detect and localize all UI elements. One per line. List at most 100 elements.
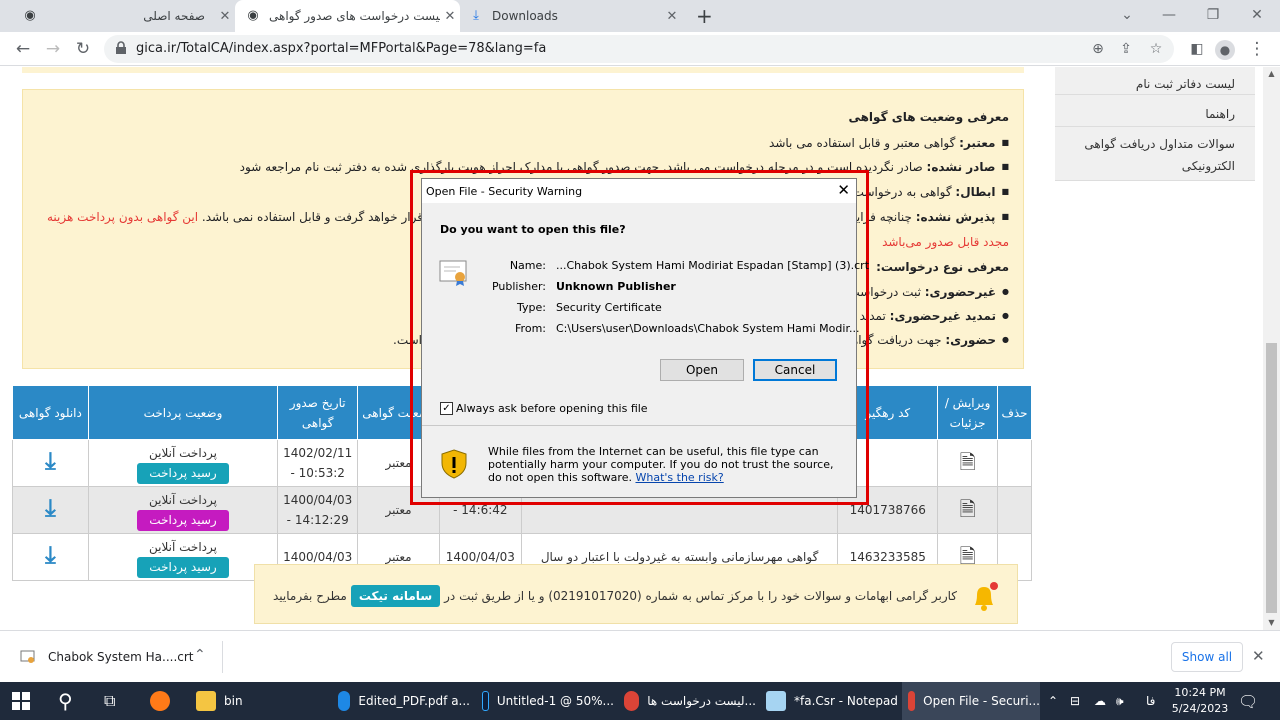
chevron-down-icon[interactable]: ⌄	[1104, 0, 1150, 32]
receipt-button[interactable]: رسید پرداخت	[137, 462, 229, 484]
always-ask-label: Always ask before opening this file	[456, 402, 648, 415]
notice-text: کاربر گرامی ابهامات و سوالات خود را با م…	[273, 585, 957, 607]
tab-title: لیست درخواست های صدور گواهی	[269, 9, 440, 23]
ticket-button[interactable]: سامانه تیکت	[350, 585, 441, 607]
certificate-file-icon	[20, 649, 36, 665]
chevron-up-icon[interactable]: ⌃	[194, 647, 206, 663]
scroll-down-icon[interactable]: ▼	[1263, 616, 1280, 630]
lock-icon	[116, 41, 126, 54]
info-box-top-edge	[22, 67, 1024, 73]
windows-start-icon[interactable]	[12, 682, 30, 720]
close-icon[interactable]: ✕	[837, 181, 850, 199]
address-bar[interactable]: gica.ir/TotalCA/index.aspx?portal=MFPort…	[104, 35, 1174, 63]
details-icon[interactable]: 🗎	[937, 486, 999, 534]
sidebar-item-guide[interactable]: راهنما	[1055, 95, 1255, 127]
back-icon[interactable]: ←	[10, 36, 36, 62]
notification-icon[interactable]: 🗨	[1238, 682, 1258, 720]
pay-cell: پرداخت آنلاین رسید پرداخت	[87, 439, 279, 487]
taskbar-app-security-dialog[interactable]: Open File - Securi...	[902, 682, 1040, 720]
warning-text: While files from the Internet can be use…	[488, 445, 834, 484]
close-icon[interactable]: ✕	[1252, 647, 1265, 665]
taskbar-app-edge[interactable]: Edited_PDF.pdf a...	[332, 682, 470, 720]
taskbar-app-label: لیست درخواست ها...	[647, 694, 756, 708]
new-tab-button[interactable]: +	[696, 4, 713, 28]
share-icon[interactable]: ⇪	[1116, 40, 1136, 60]
menu-kebab-icon[interactable]: ⋮	[1244, 36, 1270, 62]
sidebar-item-registration-offices[interactable]: لیست دفاتر ثبت نام	[1055, 67, 1255, 95]
bookmark-star-icon[interactable]: ☆	[1146, 40, 1166, 60]
windows-taskbar: ⚲ ⧉ bin Edited_PDF.pdf a... Untitled-1 @…	[0, 682, 1280, 720]
chevron-up-icon[interactable]: ⌃	[1048, 682, 1058, 720]
show-all-button[interactable]: Show all	[1171, 642, 1243, 672]
download-bar: Chabok System Ha....crt ⌃ Show all ✕	[0, 630, 1280, 682]
close-icon[interactable]: ✕	[440, 9, 460, 24]
scroll-up-icon[interactable]: ▲	[1263, 67, 1280, 81]
profile-avatar[interactable]: ●	[1212, 36, 1238, 62]
time-text: 14:12:29 -	[286, 513, 349, 527]
receipt-button[interactable]: رسید پرداخت	[137, 556, 229, 578]
tab-home[interactable]: ◉ صفحه اصلی ✕	[10, 0, 235, 32]
page-scrollbar[interactable]: ▲ ▼	[1263, 67, 1280, 630]
col-download: دانلود گواهی	[12, 385, 89, 440]
sidebar-item-faq[interactable]: سوالات متداول دریافت گواهی الکترونیکی	[1055, 127, 1255, 181]
reload-icon[interactable]: ↻	[70, 36, 96, 62]
time-text: 10:53:2 -	[290, 466, 345, 480]
pay-cell: پرداخت آنلاین رسید پرداخت	[87, 486, 279, 534]
publisher-label: Publisher:	[491, 280, 546, 293]
minimize-button[interactable]: —	[1146, 0, 1192, 32]
pay-cell: پرداخت آنلاین رسید پرداخت	[87, 533, 279, 581]
tab-request-list[interactable]: ◉ لیست درخواست های صدور گواهی ✕	[235, 0, 460, 32]
download-icon[interactable]: ⤓	[12, 486, 89, 534]
taskbar-app-photoshop[interactable]: Untitled-1 @ 50%...	[476, 682, 614, 720]
chrome-icon: ◉	[247, 8, 259, 23]
close-icon[interactable]: ✕	[215, 9, 235, 24]
type-value: Security Certificate	[556, 301, 662, 314]
cancel-button[interactable]: Cancel	[753, 359, 837, 381]
taskbar-app-notepad[interactable]: *fa.Csr - Notepad	[760, 682, 898, 720]
always-ask-row: ✓ Always ask before opening this file	[440, 402, 648, 415]
details-icon[interactable]: 🗎	[937, 439, 999, 487]
taskbar-app-label: Open File - Securi...	[923, 694, 1040, 708]
receipt-button[interactable]: رسید پرداخت	[137, 509, 229, 531]
zoom-icon[interactable]: ⊕	[1088, 40, 1108, 60]
always-ask-checkbox[interactable]: ✓	[440, 402, 453, 415]
network-icon[interactable]: ⊟	[1070, 682, 1080, 720]
date-text: 1400/04/03	[283, 493, 353, 507]
task-view-icon[interactable]: ⧉	[104, 682, 115, 720]
window-close-button[interactable]: ✕	[1234, 0, 1280, 32]
cloud-icon[interactable]: ☁	[1094, 682, 1106, 720]
volume-icon[interactable]: 🕪	[1116, 682, 1124, 720]
delete-cell	[997, 486, 1032, 534]
taskbar-app-label: bin	[224, 694, 243, 708]
dialog-separator	[422, 425, 856, 426]
type-heading: معرفی نوع درخواست:	[876, 260, 1009, 274]
notepad-icon	[766, 691, 786, 711]
tab-strip: ◉ صفحه اصلی ✕ ◉ لیست درخواست های صدور گو…	[0, 0, 1280, 32]
bell-icon	[967, 579, 1001, 613]
whats-the-risk-link[interactable]: What's the risk?	[635, 471, 723, 484]
restore-button[interactable]: ❐	[1190, 0, 1236, 32]
sidepanel-icon[interactable]: ◧	[1184, 36, 1210, 62]
firefox-icon[interactable]	[150, 682, 178, 720]
clock[interactable]: 10:24 PM 5/24/2023	[1170, 685, 1230, 717]
date-cell: 1402/02/11 10:53:2 -	[277, 439, 359, 487]
tab-downloads[interactable]: ⤓ Downloads ✕	[462, 0, 682, 32]
security-warning-dialog: Open File - Security Warning ✕ Do you wa…	[421, 178, 869, 498]
dialog-question: Do you want to open this file?	[440, 223, 626, 236]
forward-icon[interactable]: →	[40, 36, 66, 62]
dialog-title: Open File - Security Warning	[426, 185, 583, 198]
language-indicator[interactable]: فا	[1146, 682, 1155, 720]
search-icon[interactable]: ⚲	[58, 682, 73, 720]
name-label: Name:	[509, 259, 546, 272]
taskbar-app-label: Untitled-1 @ 50%...	[496, 694, 614, 708]
open-button[interactable]: Open	[660, 359, 744, 381]
taskbar-app-bin[interactable]: bin	[190, 682, 320, 720]
scroll-thumb[interactable]	[1266, 343, 1277, 613]
download-filename[interactable]: Chabok System Ha....crt	[48, 650, 194, 664]
close-icon[interactable]: ✕	[662, 9, 682, 24]
edge-icon	[338, 691, 351, 711]
sidebar-item-label: لیست دفاتر ثبت نام	[1135, 77, 1235, 91]
taskbar-app-chrome-list[interactable]: لیست درخواست ها...	[618, 682, 756, 720]
download-icon[interactable]: ⤓	[12, 533, 89, 581]
download-icon[interactable]: ⤓	[12, 439, 89, 487]
